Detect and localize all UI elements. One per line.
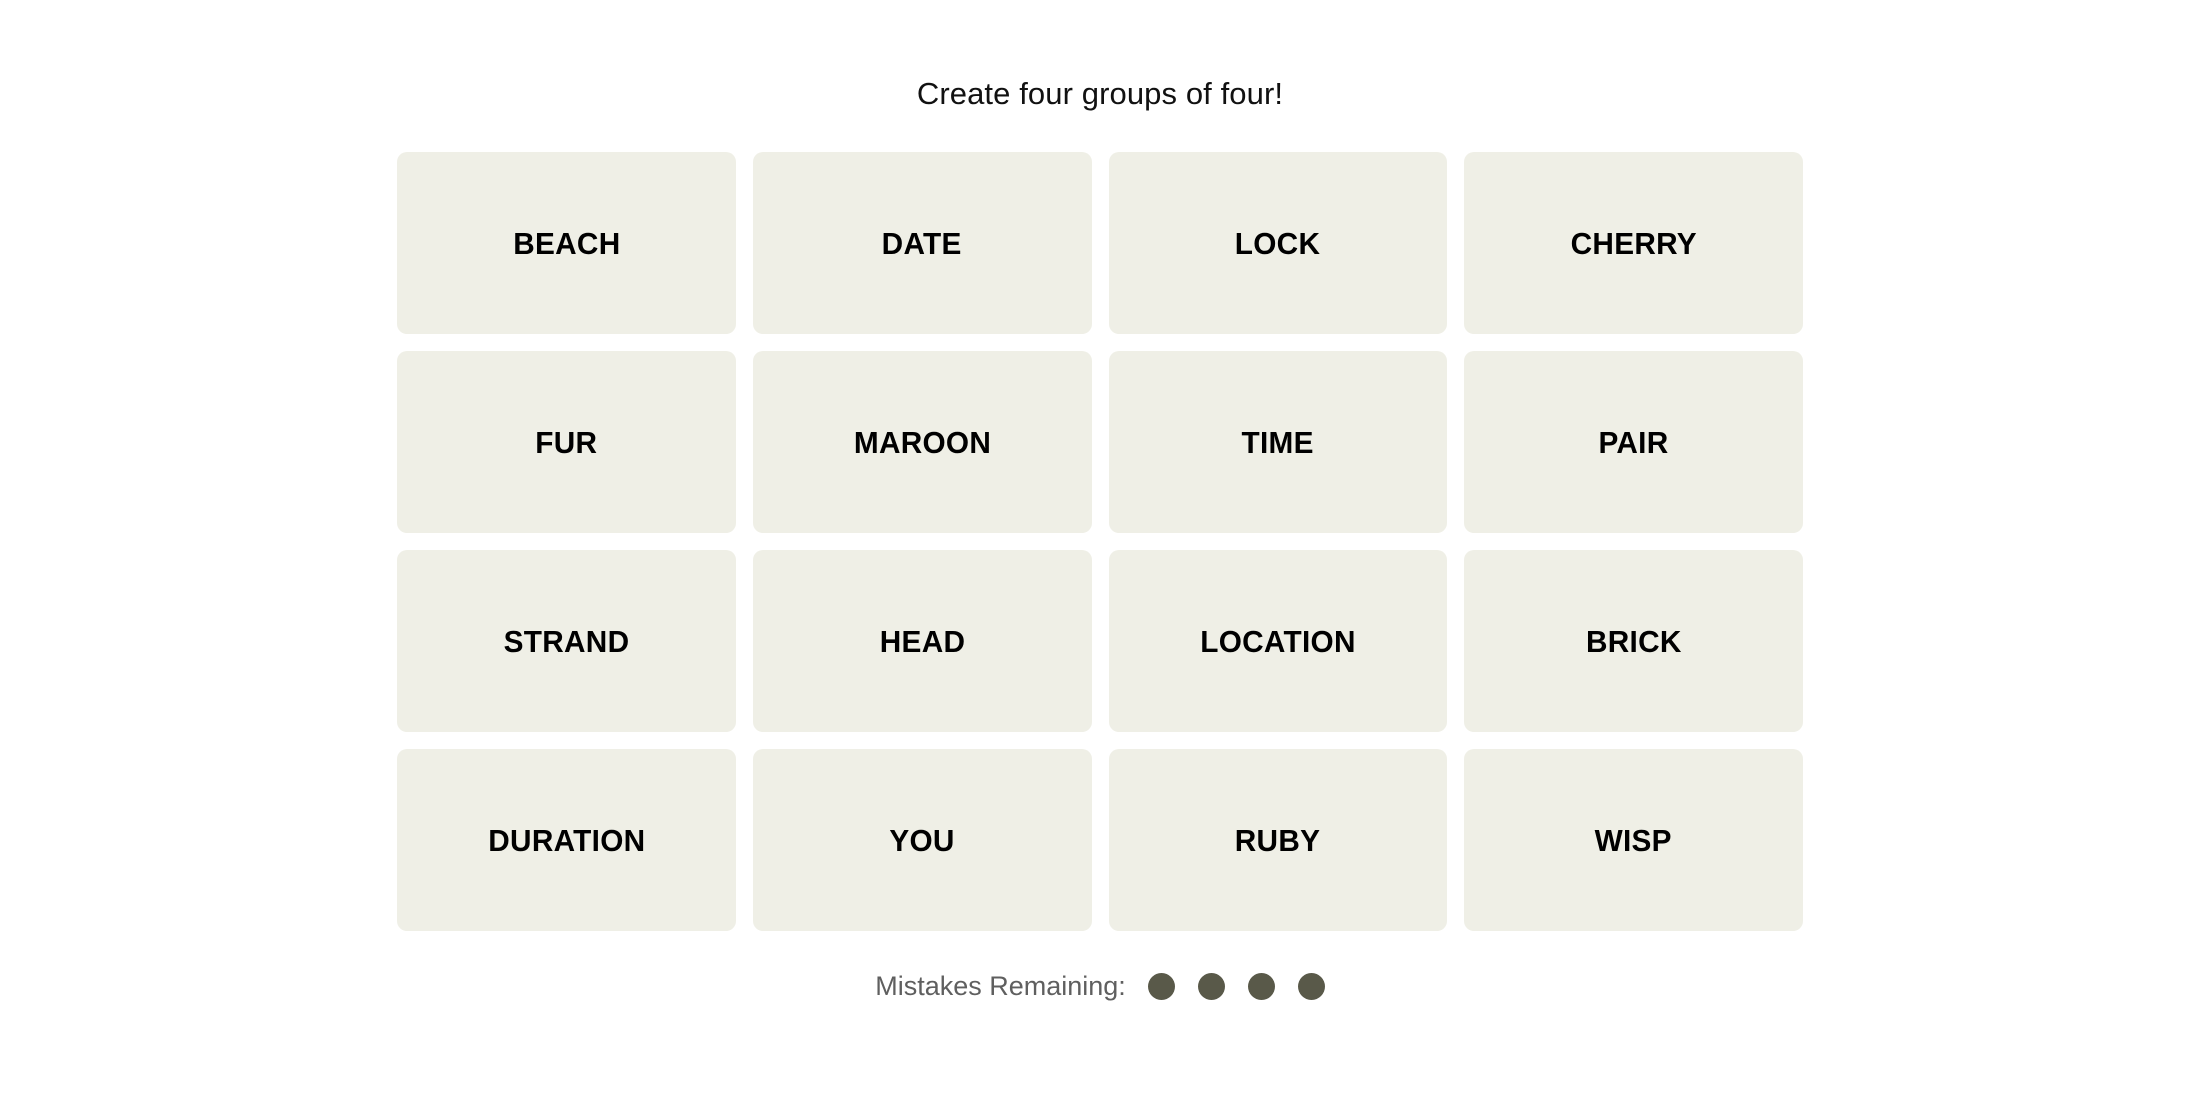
word-tile-label: LOCATION [1200, 623, 1356, 659]
word-tile[interactable]: RUBY [1108, 749, 1448, 931]
word-tile-label: FUR [535, 424, 598, 460]
word-tile-label: LOCK [1235, 225, 1321, 261]
word-tile-label: TIME [1241, 424, 1314, 460]
mistakes-remaining-label: Mistakes Remaining: [875, 971, 1126, 1001]
word-grid: BEACH DATE LOCK CHERRY FUR MAROON TIME PAIR STRA… [397, 152, 1803, 931]
word-tile[interactable]: YOU [752, 749, 1092, 931]
word-tile[interactable]: FUR [397, 351, 736, 533]
mistake-dot-icon [1297, 973, 1325, 1000]
word-tile-label: BRICK [1585, 623, 1682, 659]
word-tile[interactable]: HEAD [752, 550, 1092, 732]
word-tile[interactable]: DATE [752, 152, 1092, 334]
mistake-dot-icon [1147, 973, 1175, 1000]
word-tile[interactable]: MAROON [752, 351, 1092, 533]
word-tile-label: YOU [889, 822, 955, 858]
word-tile-label: RUBY [1235, 822, 1321, 858]
word-tile[interactable]: CHERRY [1464, 152, 1803, 334]
word-tile-label: BEACH [512, 225, 620, 261]
mistakes-footer: Mistakes Remaining: [875, 973, 1325, 1000]
word-tile-label: CHERRY [1570, 225, 1697, 261]
page-title: Create four groups of four! [916, 76, 1284, 111]
word-tile[interactable]: BEACH [397, 152, 736, 334]
word-tile-label: MAROON [853, 424, 991, 460]
word-tile-label: HEAD [879, 623, 965, 659]
mistakes-dot-group [1147, 973, 1325, 1000]
word-tile-label: WISP [1595, 822, 1673, 858]
word-tile[interactable]: WISP [1464, 749, 1803, 931]
mistake-dot-icon [1247, 973, 1275, 1000]
word-tile-label: STRAND [503, 623, 630, 659]
word-tile[interactable]: DURATION [397, 749, 736, 931]
word-tile-label: PAIR [1598, 424, 1669, 460]
word-tile[interactable]: STRAND [397, 550, 736, 732]
word-tile[interactable]: LOCK [1108, 152, 1448, 334]
word-tile[interactable]: TIME [1108, 351, 1448, 533]
word-tile[interactable]: PAIR [1464, 351, 1803, 533]
word-tile[interactable]: BRICK [1464, 550, 1803, 732]
mistake-dot-icon [1197, 973, 1225, 1000]
word-tile[interactable]: LOCATION [1108, 550, 1448, 732]
word-tile-label: DATE [882, 225, 963, 261]
connections-game: Create four groups of four! BEACH DATE LOC… [0, 0, 2200, 1100]
word-tile-label: DURATION [487, 822, 645, 858]
